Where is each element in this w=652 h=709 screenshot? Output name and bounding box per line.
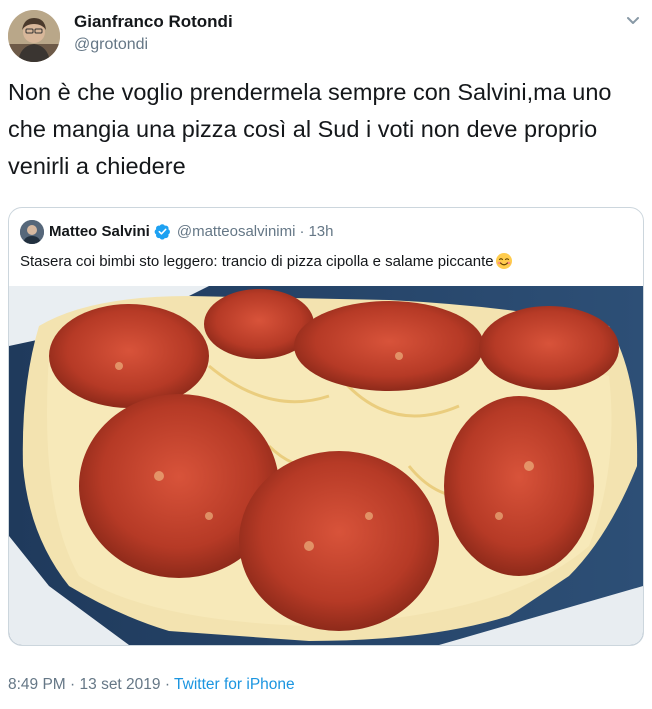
tweet-date[interactable]: 13 set 2019	[80, 676, 161, 693]
author-name[interactable]: Gianfranco Rotondi	[74, 12, 233, 32]
quoted-tweet[interactable]: Matteo Salvini @matteosalvinimi · 13h St…	[8, 207, 644, 646]
meta-separator: ·	[160, 676, 175, 693]
smiling-face-icon	[495, 252, 513, 270]
author-avatar[interactable]	[8, 10, 60, 62]
tweet-source-link[interactable]: Twitter for iPhone	[174, 676, 295, 693]
meta-separator: ·	[65, 676, 80, 693]
quoted-author-avatar[interactable]	[20, 220, 44, 244]
quoted-text: Stasera coi bimbi sto leggero: trancio d…	[20, 252, 494, 270]
tweet: Gianfranco Rotondi @grotondi Non è che v…	[0, 0, 652, 709]
chevron-down-icon[interactable]	[622, 10, 644, 32]
quoted-author-name[interactable]: Matteo Salvini	[49, 223, 150, 240]
quoted-timestamp[interactable]: 13h	[308, 223, 333, 240]
quoted-header: Matteo Salvini @matteosalvinimi · 13h	[49, 223, 333, 240]
tweet-text: Non è che voglio prendermela sempre con …	[8, 79, 612, 179]
author-handle[interactable]: @grotondi	[74, 36, 148, 54]
verified-badge-icon	[154, 223, 171, 240]
tweet-time[interactable]: 8:49 PM	[8, 676, 66, 693]
quoted-text-line: Stasera coi bimbi sto leggero: trancio d…	[20, 252, 513, 270]
tweet-meta: 8:49 PM · 13 set 2019 · Twitter for iPho…	[8, 676, 295, 694]
quoted-separator: ·	[299, 223, 305, 240]
quoted-photo[interactable]	[9, 286, 643, 645]
quoted-author-handle[interactable]: @matteosalvinimi	[177, 223, 296, 240]
